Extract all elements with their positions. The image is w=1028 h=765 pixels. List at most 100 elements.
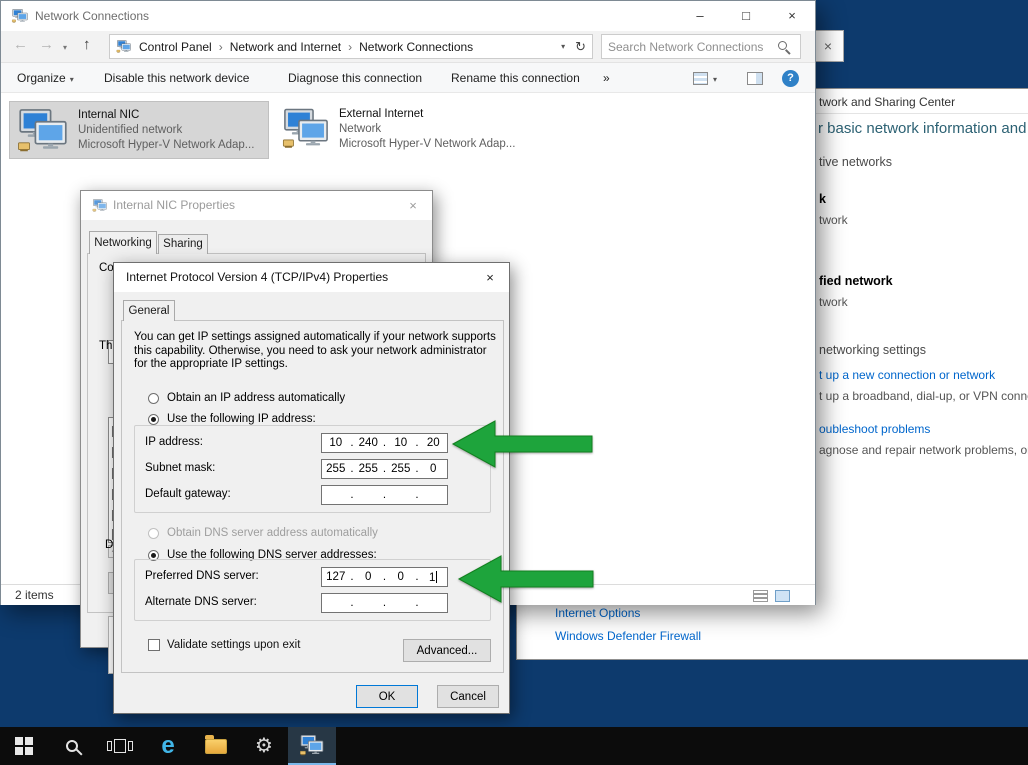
network-type-clipped: twork	[819, 213, 848, 227]
connection-name: Internal NIC	[78, 109, 139, 121]
connection-items-label-clipped: Th	[99, 340, 112, 352]
chevron-down-icon[interactable]: ▾	[713, 75, 717, 84]
checkbox-label: Validate settings upon exit	[167, 639, 300, 651]
alternate-dns-field[interactable]: . . .	[321, 593, 448, 613]
radio-label: Obtain an IP address automatically	[167, 392, 345, 404]
start-button[interactable]	[0, 727, 48, 765]
breadcrumb-separator-icon: ›	[348, 40, 352, 54]
diagnose-connection-button[interactable]: Diagnose this connection	[288, 63, 422, 93]
octet: 127	[322, 571, 350, 583]
title-bar: Network Connections – □ ×	[1, 1, 815, 31]
octet: 10	[322, 437, 350, 449]
connection-item-internal-nic[interactable]: Internal NIC Unidentified network Micros…	[9, 101, 269, 159]
disable-network-device-button[interactable]: Disable this network device	[104, 63, 249, 93]
octet-dot: .	[350, 597, 355, 609]
rename-connection-button[interactable]: Rename this connection	[451, 63, 580, 93]
link-windows-defender-firewall[interactable]: Windows Defender Firewall	[555, 629, 701, 643]
recent-locations-dropdown-icon[interactable]: ▾	[63, 43, 67, 52]
network-name-clipped: k	[819, 192, 826, 206]
checkbox-indicator	[148, 639, 160, 651]
desc-setup-new-connection-clipped: t up a broadband, dial-up, or VPN conne	[819, 389, 1028, 403]
organize-menu[interactable]: Organize▾	[17, 63, 74, 93]
intro-text: You can get IP settings assigned automat…	[134, 331, 496, 372]
help-icon[interactable]: ?	[782, 70, 799, 87]
change-view-icon[interactable]	[693, 72, 708, 85]
back-button[interactable]: ←	[13, 36, 28, 53]
tab-sharing[interactable]: Sharing	[158, 234, 208, 254]
octet-dot: .	[415, 597, 420, 609]
desc-troubleshoot-clipped: agnose and repair network problems, or g	[819, 443, 1028, 457]
nsc-heading-clipped: r basic network information and	[818, 120, 1026, 137]
default-gateway-field[interactable]: . . .	[321, 485, 448, 505]
preferred-dns-field[interactable]: 127. 0. 0. 1	[321, 567, 448, 587]
ipv4-properties-dialog: Internet Protocol Version 4 (TCP/IPv4) P…	[113, 262, 510, 714]
thumbnail-view-icon[interactable]	[775, 590, 790, 602]
details-view-icon[interactable]	[753, 590, 768, 602]
ok-button[interactable]: OK	[356, 685, 418, 708]
octet-dot: .	[415, 489, 420, 501]
search-box[interactable]	[601, 34, 801, 59]
taskbar-file-explorer[interactable]	[192, 727, 240, 765]
task-view-button[interactable]	[96, 727, 144, 765]
refresh-icon[interactable]: ↻	[575, 39, 586, 55]
taskbar-internet-explorer[interactable]: e	[144, 727, 192, 765]
connection-status: Unidentified network	[78, 124, 182, 136]
close-icon[interactable]: ×	[400, 196, 426, 215]
search-input[interactable]	[608, 36, 772, 57]
default-gateway-label: Default gateway:	[145, 488, 231, 500]
radio-label: Use the following IP address:	[167, 413, 316, 425]
forward-button[interactable]: →	[39, 36, 54, 53]
network-name-clipped: fied network	[819, 274, 893, 288]
breadcrumb-network-connections[interactable]: Network Connections	[359, 40, 473, 54]
network-adapter-icon	[281, 108, 331, 150]
search-icon[interactable]	[778, 41, 787, 50]
preferred-dns-label: Preferred DNS server:	[145, 570, 259, 582]
link-troubleshoot-clipped[interactable]: oubleshoot problems	[819, 422, 930, 436]
ip-address-label: IP address:	[145, 436, 203, 448]
close-icon[interactable]: ×	[477, 268, 503, 287]
breadcrumb-control-panel[interactable]: Control Panel	[139, 40, 212, 54]
validate-settings-checkbox[interactable]: Validate settings upon exit	[148, 639, 300, 651]
chevron-down-icon: ▾	[70, 75, 74, 84]
maximize-button[interactable]: □	[723, 1, 769, 31]
subnet-mask-label: Subnet mask:	[145, 462, 215, 474]
gear-icon: ⚙	[255, 736, 273, 756]
address-dropdown-icon[interactable]: ▾	[561, 42, 565, 51]
subnet-mask-field[interactable]: 255. 255. 255. 0	[321, 459, 448, 479]
cancel-button[interactable]: Cancel	[437, 685, 499, 708]
ip-address-field[interactable]: 10. 240. 10. 20	[321, 433, 448, 453]
link-internet-options[interactable]: Internet Options	[555, 606, 640, 620]
octet: 0	[387, 571, 415, 583]
internet-explorer-icon: e	[161, 734, 174, 758]
alternate-dns-label: Alternate DNS server:	[145, 596, 257, 608]
close-icon: ×	[824, 38, 832, 54]
tab-general[interactable]: General	[123, 300, 175, 321]
connection-device: Microsoft Hyper-V Network Adap...	[339, 138, 515, 150]
taskbar-search-button[interactable]	[48, 727, 96, 765]
preview-pane-icon[interactable]	[747, 72, 763, 85]
close-button[interactable]: ×	[769, 1, 815, 31]
desktop: twork and Sharing Center r basic network…	[0, 0, 1028, 765]
connection-status: Network	[339, 123, 381, 135]
connection-item-external-internet[interactable]: External Internet Network Microsoft Hype…	[277, 101, 521, 159]
tab-networking[interactable]: Networking	[89, 231, 157, 254]
background-clear-search-button[interactable]: ×	[812, 30, 844, 62]
advanced-button[interactable]: Advanced...	[403, 639, 491, 662]
window-title: Network Connections	[35, 1, 149, 31]
octet: 1	[420, 571, 448, 584]
taskbar-settings[interactable]: ⚙	[240, 727, 288, 765]
taskbar-network-connections-app[interactable]	[288, 727, 336, 765]
up-button[interactable]: ↑	[83, 36, 91, 53]
minimize-button[interactable]: –	[677, 1, 723, 31]
octet-value: 1	[429, 572, 435, 584]
connection-name: External Internet	[339, 108, 423, 120]
octet: 0	[355, 571, 383, 583]
link-setup-new-connection-clipped[interactable]: t up a new connection or network	[819, 368, 995, 382]
dialog-title: Internet Protocol Version 4 (TCP/IPv4) P…	[126, 263, 388, 292]
network-app-icon	[299, 735, 325, 756]
networking-settings-label-clipped: networking settings	[819, 343, 926, 357]
items-count: 2 items	[15, 588, 54, 602]
toolbar-overflow-icon[interactable]: »	[603, 63, 610, 93]
address-bar[interactable]: Control Panel › Network and Internet › N…	[109, 34, 593, 59]
breadcrumb-network-and-internet[interactable]: Network and Internet	[230, 40, 341, 54]
